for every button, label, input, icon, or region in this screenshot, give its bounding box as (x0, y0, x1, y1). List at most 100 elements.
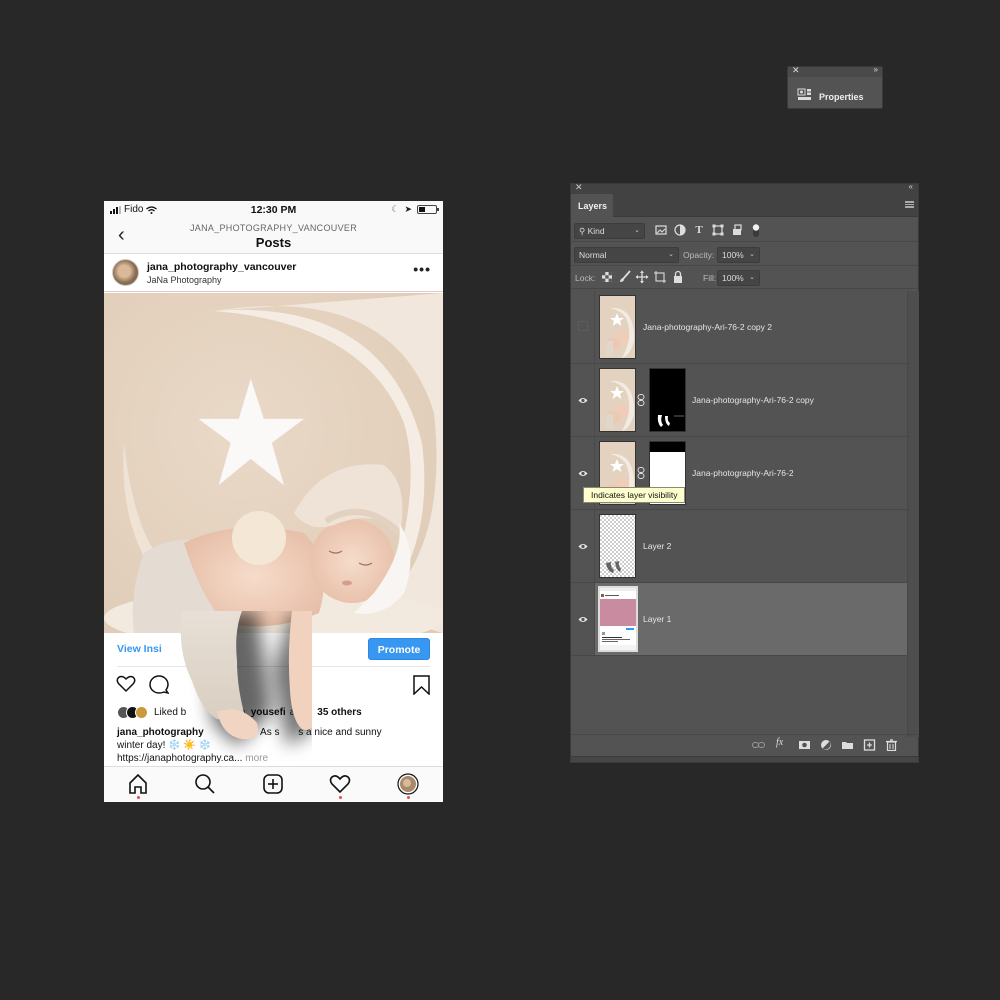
adjustment-layer-icon[interactable] (820, 739, 833, 751)
visibility-toggle[interactable] (571, 583, 595, 655)
layer-row[interactable]: Jana-photography-Ari-76-2 copy 2 (571, 291, 907, 364)
layer-name[interactable]: Layer 2 (643, 541, 671, 551)
save-bookmark-icon[interactable] (413, 675, 430, 695)
lock-image-pixels-brush-icon[interactable] (618, 270, 632, 284)
eye-icon[interactable] (578, 470, 588, 477)
liked-by-prefix: Liked b (154, 707, 187, 718)
post-photo[interactable] (104, 293, 443, 633)
eye-icon[interactable] (578, 543, 588, 550)
layers-scrollbar[interactable] (907, 291, 919, 737)
caption-link[interactable]: https://janaphotography.ca... (117, 753, 242, 764)
post-actions (104, 673, 443, 701)
tab-home[interactable] (127, 773, 149, 799)
location-arrow-icon: ➤ (404, 204, 412, 214)
filter-kind-dropdown[interactable]: ⚲ Kind ⌄ (574, 223, 645, 239)
avatar[interactable] (112, 259, 139, 286)
tab-layers[interactable]: Layers (571, 194, 613, 218)
type-filter-icon[interactable]: T (692, 223, 706, 237)
more-options-icon[interactable]: ••• (413, 261, 431, 277)
tab-search[interactable] (194, 773, 216, 795)
visibility-toggle[interactable] (571, 510, 595, 582)
visibility-off-box[interactable] (578, 321, 588, 331)
lock-label: Lock: (575, 273, 596, 283)
opacity-field[interactable]: 100% ⌄ (717, 247, 760, 263)
smart-object-filter-icon[interactable] (730, 223, 744, 237)
caption-text-fragment: r As s (254, 727, 280, 738)
delete-layer-trash-icon[interactable] (885, 739, 898, 751)
like-heart-icon[interactable] (116, 675, 136, 693)
page-title: Posts (255, 235, 292, 250)
properties-panel-collapsed: ✕ » Properties (787, 65, 883, 109)
new-group-folder-icon[interactable] (841, 739, 854, 751)
mask-link-chain-icon[interactable] (637, 467, 645, 479)
layer-row-selected[interactable]: Layer 1 (571, 583, 907, 656)
layers-bottom-toolbar: fx (571, 734, 918, 754)
layer-row[interactable]: Jana-photography-Ari-76-2 copy (571, 364, 907, 437)
fx-icon[interactable]: fx (776, 737, 789, 749)
link-layers-icon[interactable] (752, 739, 765, 751)
instagram-phone-mockup: Fido 12:30 PM ☾ ➤ ‹ JANA_PHOTOGRAPHY_VAN… (104, 201, 443, 802)
fill-value: 100% (722, 273, 744, 283)
liked-by-others[interactable]: 35 others (317, 707, 361, 718)
properties-button[interactable]: Properties (819, 92, 864, 102)
close-icon[interactable]: ✕ (792, 65, 800, 76)
liked-by-mid: a (289, 707, 296, 718)
comment-icon[interactable] (149, 675, 169, 695)
chevron-down-icon[interactable]: ⌄ (749, 271, 755, 285)
adjustment-filter-icon[interactable] (673, 223, 687, 237)
panel-topbar: ✕ » (788, 65, 882, 77)
back-chevron-icon[interactable]: ‹ (118, 224, 125, 247)
post-header: jana_photography_vancouver JaNa Photogra… (104, 255, 443, 292)
activity-heart-icon (329, 775, 351, 794)
layers-panel: ✕ « Layers ⚲ Kind ⌄ T Normal ⌄ Opacity: … (570, 182, 919, 763)
lock-all-icon[interactable] (671, 270, 685, 284)
battery-icon (417, 205, 439, 214)
visibility-toggle[interactable] (571, 364, 595, 436)
layer-name[interactable]: Jana-photography-Ari-76-2 (692, 468, 794, 478)
shape-filter-icon[interactable] (711, 223, 725, 237)
close-icon[interactable]: ✕ (575, 182, 583, 193)
mask-link-chain-icon[interactable] (637, 394, 645, 406)
visibility-toggle[interactable] (571, 291, 595, 363)
lock-artboard-icon[interactable] (653, 270, 667, 284)
likes-row: Liked b m_yousefi a 35 others (117, 706, 362, 719)
layer-name[interactable]: Jana-photography-Ari-76-2 copy 2 (643, 322, 772, 332)
opacity-label: Opacity: (683, 250, 715, 260)
chevron-down-icon[interactable]: ⌄ (749, 248, 755, 262)
fill-label: Fill: (703, 273, 717, 283)
divider (117, 666, 430, 667)
pixel-filter-icon[interactable] (654, 223, 668, 237)
panel-resize-grip[interactable] (571, 756, 918, 762)
tab-profile[interactable] (397, 773, 419, 799)
liked-by-user[interactable]: m_yousefi (236, 707, 285, 718)
panel-menu-icon[interactable] (905, 201, 914, 208)
tab-new-post[interactable] (262, 773, 284, 795)
caption-username[interactable]: jana_photography (117, 727, 204, 738)
layer-name[interactable]: Jana-photography-Ari-76-2 copy (692, 395, 814, 405)
promote-button[interactable]: Promote (368, 638, 430, 660)
chevron-down-icon: ⌄ (634, 227, 640, 234)
layer-mask-thumbnail[interactable] (649, 368, 686, 432)
layer-row[interactable]: Layer 2 (571, 510, 907, 583)
new-layer-icon[interactable] (863, 739, 876, 751)
eye-icon[interactable] (578, 616, 588, 623)
filter-toggle-switch[interactable] (749, 223, 763, 237)
expand-chevrons-icon[interactable]: » (874, 65, 878, 74)
bottom-tab-bar (104, 766, 443, 802)
fill-field[interactable]: 100% ⌄ (717, 270, 760, 286)
lock-transparent-pixels-icon[interactable] (600, 270, 614, 284)
lock-position-move-icon[interactable] (635, 270, 649, 284)
layer-name[interactable]: Layer 1 (643, 614, 671, 624)
tab-activity[interactable] (329, 773, 351, 799)
view-insights-link[interactable]: View Insi (117, 643, 162, 655)
layer-thumbnail (599, 514, 636, 578)
notification-dot (406, 796, 410, 799)
blend-mode-dropdown[interactable]: Normal ⌄ (574, 247, 679, 263)
post-username[interactable]: jana_photography_vancouver (147, 261, 296, 273)
collapse-chevrons-icon[interactable]: « (909, 182, 913, 191)
caption-more-link[interactable]: more (245, 753, 268, 764)
liker-avatars (117, 706, 148, 719)
filter-row: ⚲ Kind ⌄ T (571, 219, 918, 242)
eye-icon[interactable] (578, 397, 588, 404)
add-mask-icon[interactable] (798, 739, 811, 751)
